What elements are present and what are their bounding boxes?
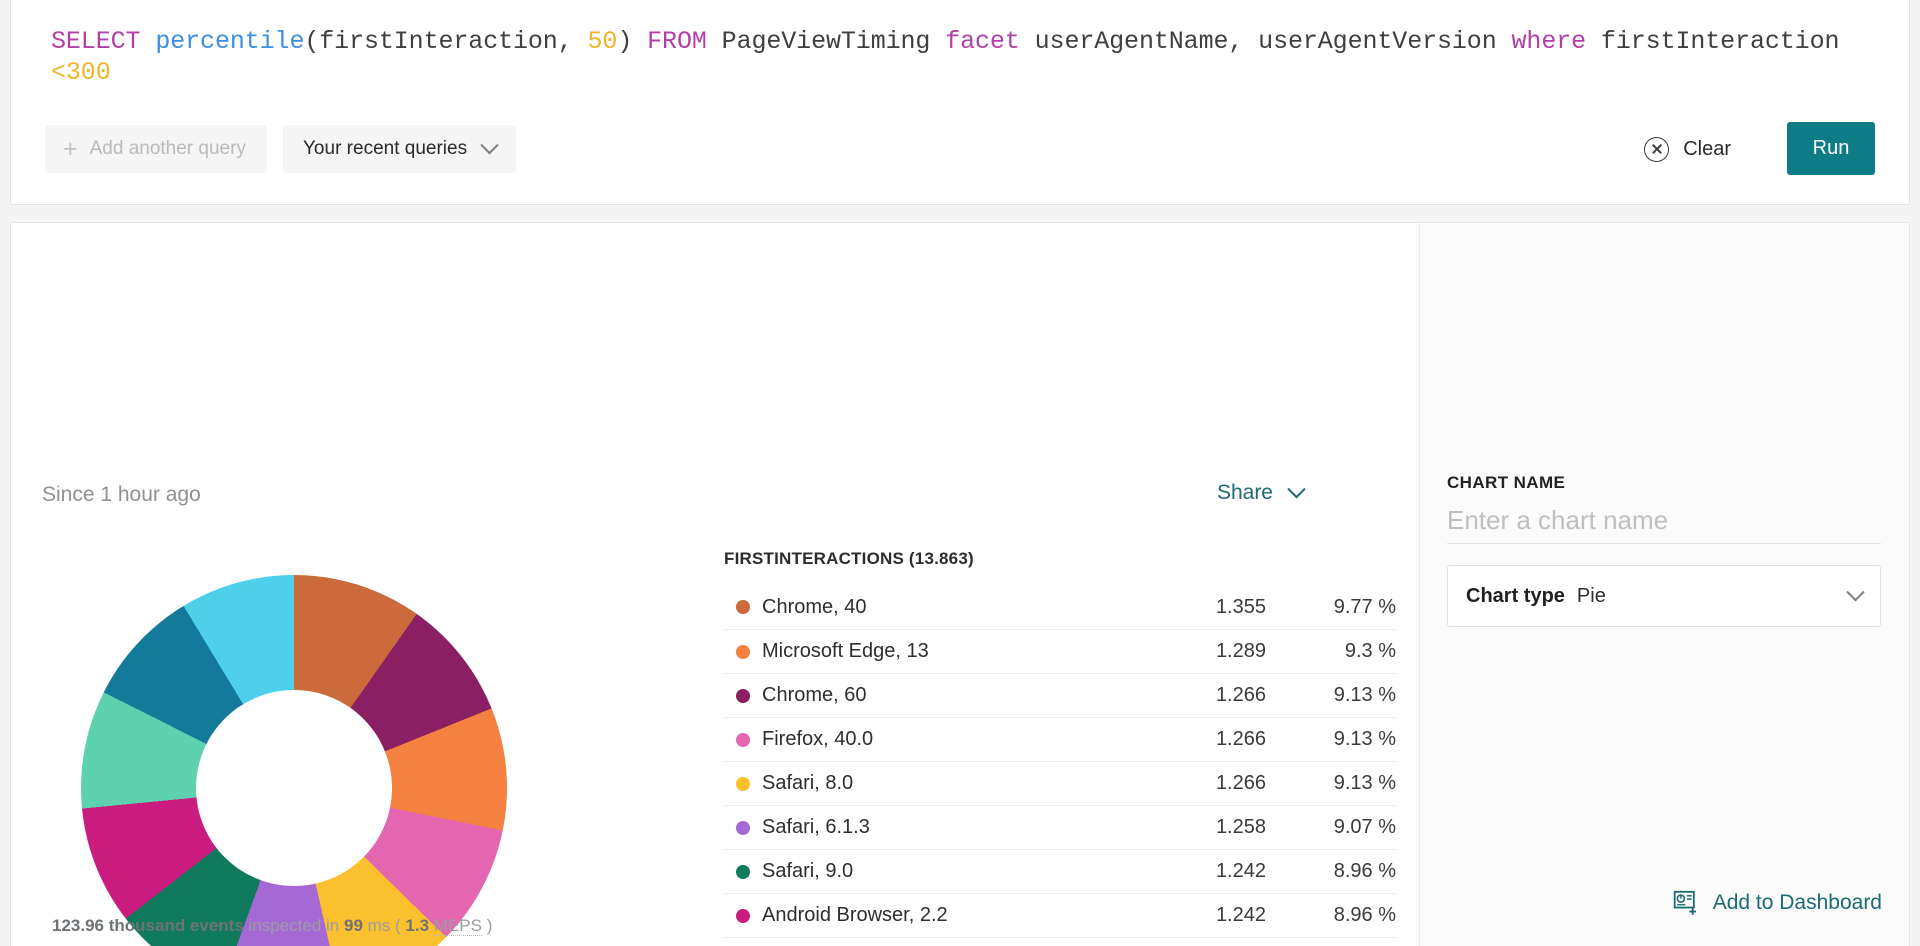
chart-name-input[interactable] [1447,498,1881,544]
legend-series-percent: 9.13 % [1333,684,1396,706]
query-token-num: <300 [51,58,111,87]
chart-type-select[interactable]: Chart type Pie [1447,565,1881,627]
query-token-kw: facet [945,27,1020,56]
legend-series-label: Safari, 8.0 [762,772,854,794]
legend-series-percent: 9.13 % [1333,728,1396,750]
chart-settings-sidebar: CHART NAME Chart type Pie Add t [1419,223,1909,946]
query-toolbar: + Add another query Your recent queries … [11,122,1909,182]
share-label: Share [1216,481,1273,504]
legend-series-label: Safari, 6.1.3 [762,816,870,838]
legend-row[interactable]: Microsoft Edge, 13 1.289 9.3 % [724,629,1396,673]
legend-color-dot [736,644,750,659]
legend-series-percent: 9.3 % [1344,640,1396,662]
legend-series-value: 1.266 [1215,684,1266,706]
legend-series-label: Microsoft Edge, 13 [762,640,929,662]
legend-color-dot [736,688,750,703]
query-editor-panel: SELECT percentile(firstInteraction, 50) … [10,0,1910,205]
query-token-plain [140,27,155,56]
donut-chart-graphic[interactable] [81,575,507,946]
legend-color-dot [736,820,750,835]
plus-icon: + [63,134,78,163]
legend-row[interactable]: Safari, 6.1.3 1.258 9.07 % [724,805,1396,849]
query-token-plain: ) [617,27,648,56]
legend-series-value: 1.266 [1215,728,1266,750]
time-range-label: Since 1 hour ago [42,483,201,506]
events-inspected-count: 123.96 thousand events [52,916,244,935]
legend-row[interactable]: Chrome, 60 1.266 9.13 % [724,673,1396,717]
legend-series-percent: 9.77 % [1333,595,1396,618]
query-token-plain: PageViewTiming [706,27,946,56]
close-circle-icon [1644,136,1670,162]
query-token-plain: userAgentName, userAgentVersion [1019,27,1512,56]
chevron-down-icon [1287,479,1306,498]
legend-row[interactable]: Chrome, 40 1.355 9.77 % [724,585,1396,629]
footer-close-paren: ) [481,916,493,935]
add-to-dashboard-button[interactable]: Add to Dashboard [1673,889,1882,916]
query-token-fn: percentile [155,27,305,56]
legend-series-value: 1.266 [1215,772,1266,794]
legend-row[interactable]: Android Browser, 4.01.2428.96 % [724,937,1396,946]
legend-row[interactable]: Safari, 8.0 1.266 9.13 % [724,761,1396,805]
legend-rows: Chrome, 40 1.355 9.77 % Microsoft Edge, 13 1… [724,585,1396,946]
ms-text: ms ( [362,916,406,935]
legend-title: FIRSTINTERACTIONS (13.863) [724,549,974,568]
clear-label: Clear [1683,137,1731,160]
legend-series-percent: 9.13 % [1333,772,1396,794]
query-token-plain: firstInteraction [1586,27,1855,56]
nrql-query-builder: SELECT percentile(firstInteraction, 50) … [0,0,1920,946]
query-token-plain: (firstInteraction, [304,27,588,56]
chart-type-label: Chart type [1466,584,1565,607]
query-token-num: 50 [587,27,618,56]
legend-row[interactable]: Safari, 9.0 1.242 8.96 % [724,849,1396,893]
chart-area: Since 1 hour ago Share FIRSTINTERACTIONS… [11,223,1421,946]
dashboard-plus-icon [1673,890,1696,915]
chevron-down-icon [1846,582,1865,601]
recent-queries-label: Your recent queries [303,138,468,159]
legend-series-value: 1.242 [1215,860,1266,882]
legend-series-percent: 8.96 % [1333,904,1396,926]
chart-type-value: Pie [1576,584,1606,607]
query-token-kw: where [1511,27,1587,56]
legend-color-dot [736,908,750,923]
legend-series-value: 1.355 [1215,595,1266,618]
query-token-kw: FROM [647,27,707,56]
legend-color-dot [736,732,750,747]
legend-color-dot [736,864,750,879]
legend-series-label: Chrome, 60 [762,684,867,706]
legend-color-dot [736,776,750,791]
legend-series-value: 1.258 [1215,816,1266,838]
share-dropdown[interactable]: Share [1216,479,1306,505]
legend-series-label: Android Browser, 2.2 [762,904,948,926]
legend-series-label: Safari, 9.0 [762,860,854,882]
legend-series-percent: 8.96 % [1333,860,1396,882]
add-to-dashboard-label: Add to Dashboard [1712,890,1882,914]
legend-color-dot [736,600,750,614]
inspected-text: inspected in [243,916,344,935]
chart-legend: FIRSTINTERACTIONS (13.863) Chrome, 40 1.3… [724,549,1396,946]
legend-series-label: Firefox, 40.0 [762,728,874,750]
nrql-query-text[interactable]: SELECT percentile(firstInteraction, 50) … [51,26,1881,88]
chevron-down-icon [480,135,499,154]
legend-series-value: 1.242 [1215,904,1266,926]
legend-series-value: 1.289 [1215,640,1266,662]
clear-button[interactable]: Clear [1644,127,1731,171]
recent-queries-dropdown[interactable]: Your recent queries [283,125,517,173]
rate-value: 1.3 [405,916,430,935]
legend-series-label: Chrome, 40 [762,595,867,618]
legend-series-percent: 9.07 % [1333,816,1396,838]
add-another-query-label: Add another query [89,138,246,159]
query-stats-footer: 123.96 thousand events inspected in 99 m… [52,916,492,936]
pie-chart [81,575,507,946]
query-token-kw: SELECT [51,27,141,56]
meps-unit: MEPS [433,916,482,936]
duration-value: 99 [344,916,363,935]
run-button[interactable]: Run [1787,122,1875,175]
results-panel: Since 1 hour ago Share FIRSTINTERACTIONS… [10,222,1910,946]
chart-name-label: CHART NAME [1447,473,1566,492]
legend-row[interactable]: Firefox, 40.0 1.266 9.13 % [724,717,1396,761]
legend-row[interactable]: Android Browser, 2.2 1.242 8.96 % [724,893,1396,937]
add-another-query-button[interactable]: + Add another query [45,125,267,173]
